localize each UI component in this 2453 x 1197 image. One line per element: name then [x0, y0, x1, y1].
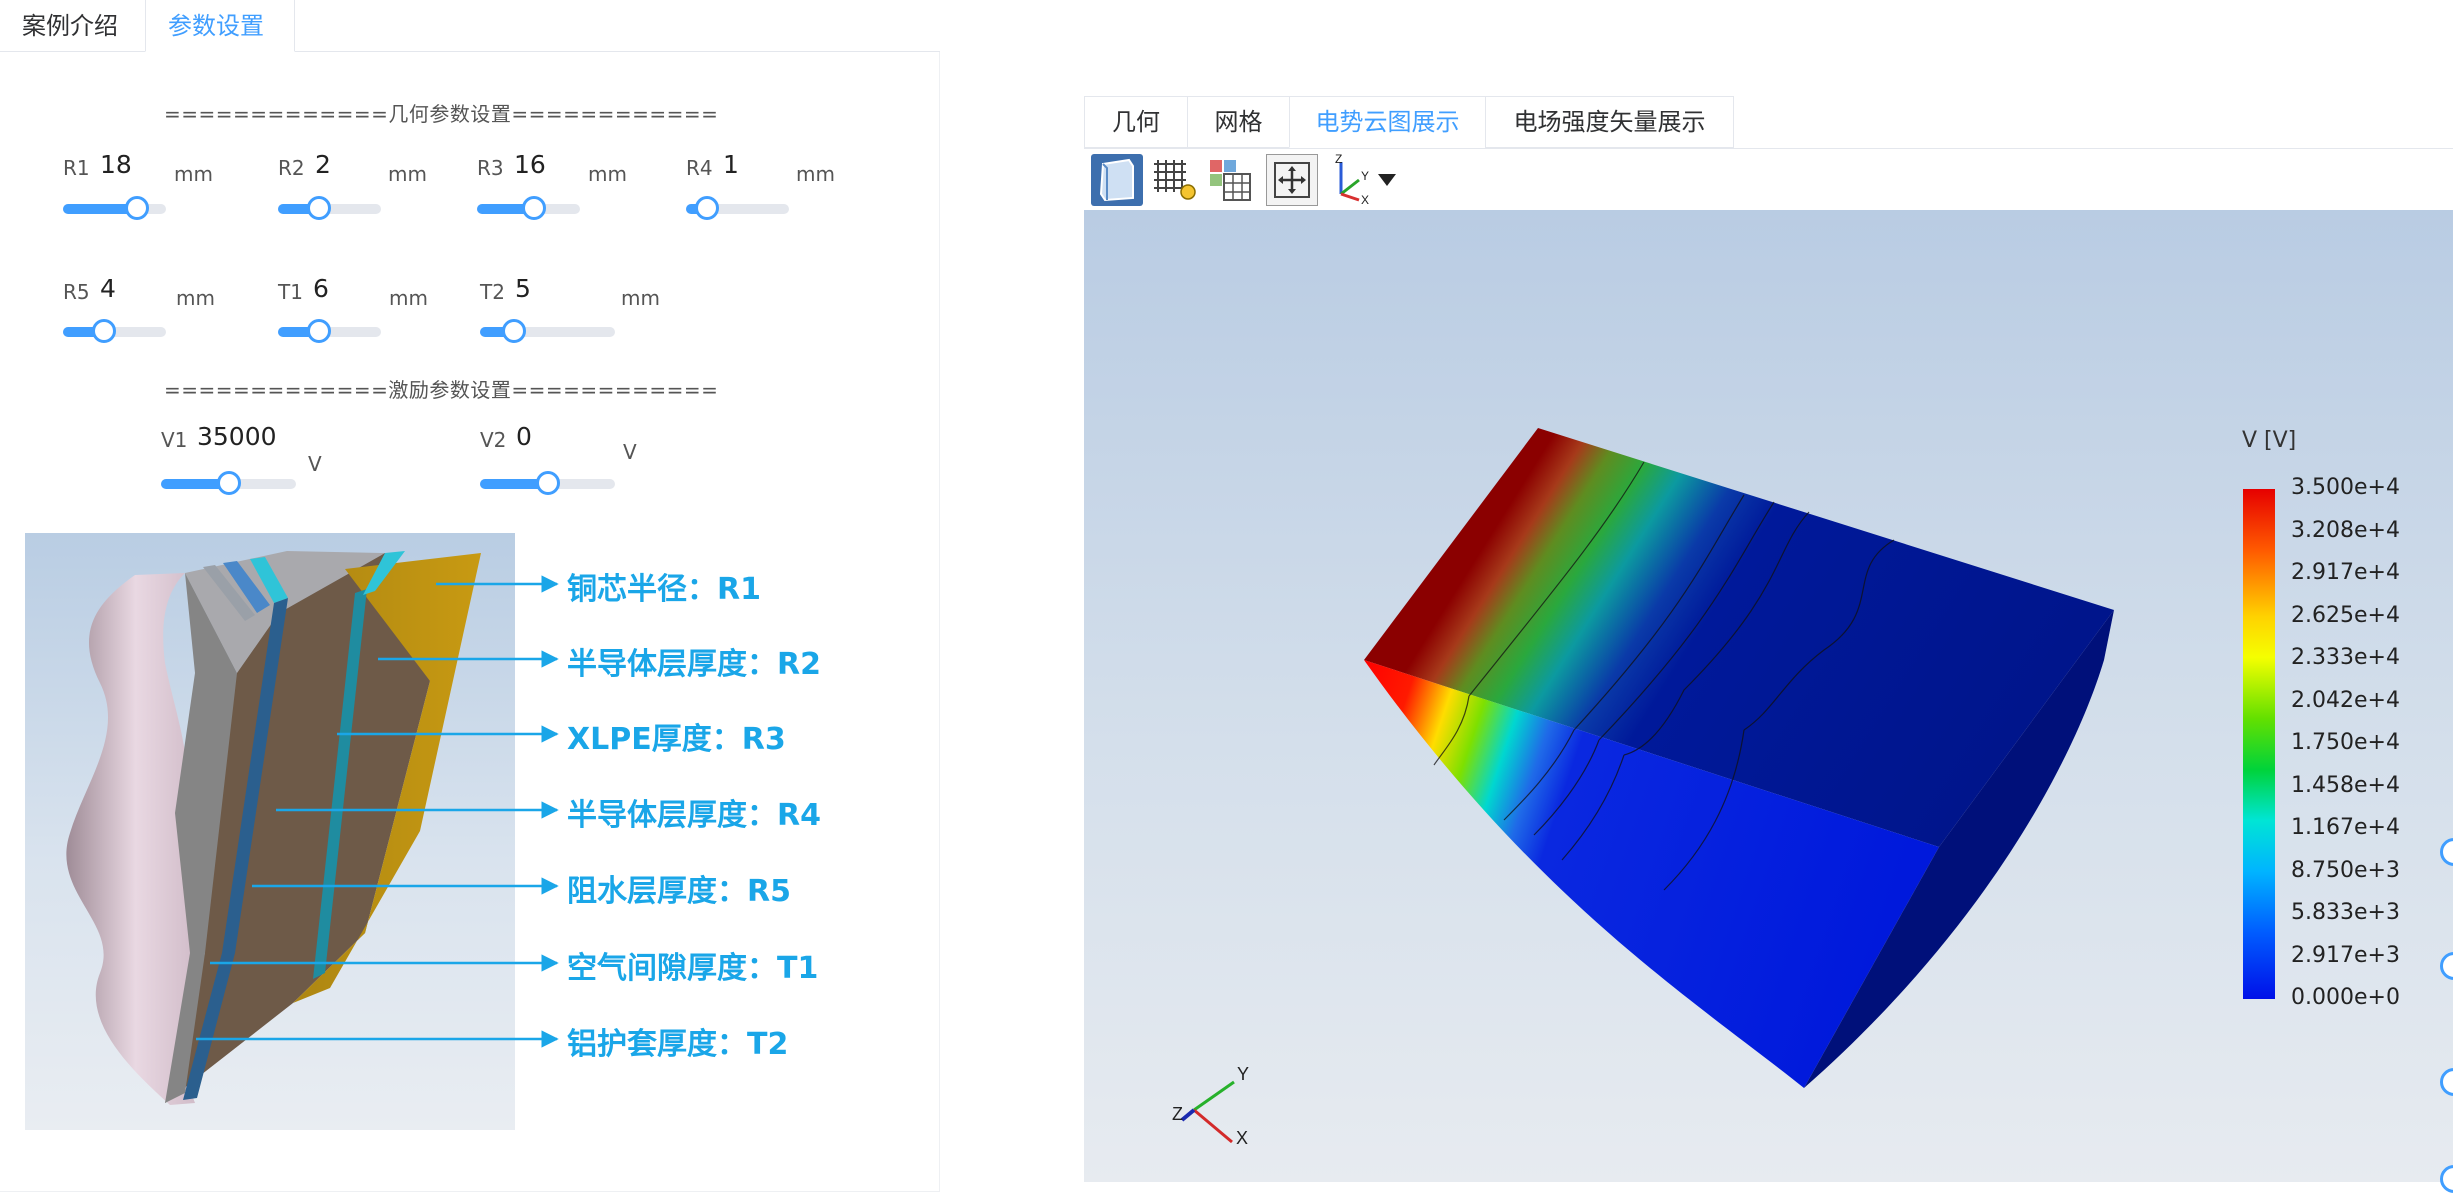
callout-t2: 铝护套厚度：T2 [567, 1027, 789, 1062]
axis-y-label: Y [1237, 1064, 1249, 1084]
axis-x-label: X [1236, 1128, 1248, 1148]
toolbar-axis-y-label: Y [1361, 169, 1369, 183]
legend-tick: 2.917e+3 [2291, 942, 2400, 968]
potential-contour-model [1364, 428, 2275, 1088]
legend-colorbar [2243, 489, 2275, 999]
legend-tick: 2.625e+4 [2291, 602, 2400, 628]
callout-arrows [196, 575, 559, 1048]
solid-view-icon[interactable] [1091, 154, 1143, 206]
legend-tick: 1.167e+4 [2291, 815, 2400, 840]
fit-view-icon[interactable] [1266, 154, 1318, 206]
legend-tick: 3.500e+4 [2291, 475, 2400, 500]
legend-tick: 1.458e+4 [2291, 772, 2400, 798]
viewer-tab-potential[interactable]: 电势云图展示 [1289, 96, 1486, 148]
legend-title: V [V] [2242, 428, 2297, 453]
viewer-tab-mesh[interactable]: 网格 [1187, 96, 1290, 148]
callout-r5: 阻水层厚度：R5 [567, 874, 791, 909]
callout-t1: 空气间隙厚度：T1 [567, 951, 819, 986]
callout-r4: 半导体层厚度：R4 [567, 798, 821, 833]
legend-tick: 8.750e+3 [2291, 857, 2400, 883]
grid-view-icon[interactable] [1204, 154, 1256, 206]
mesh-view-icon[interactable] [1148, 154, 1200, 206]
axes-orientation-icon[interactable]: Z YX [1325, 152, 1377, 207]
legend-tick: 3.208e+4 [2291, 517, 2400, 543]
viewer-toolbar: Z YX [1084, 148, 2453, 210]
legend-tick: 2.917e+4 [2291, 560, 2400, 585]
toolbar-axis-x-label: X [1361, 193, 1369, 206]
legend-tick: 2.042e+4 [2291, 687, 2400, 713]
legend-tick: 2.333e+4 [2291, 645, 2400, 670]
axes-triad: Y X Z [1172, 1064, 1249, 1148]
viewer-tab-field-vector[interactable]: 电场强度矢量展示 [1485, 96, 1734, 148]
callout-r3: XLPE厚度：R3 [567, 722, 786, 757]
viewer-tab-geometry[interactable]: 几何 [1084, 96, 1188, 148]
legend-tick: 0.000e+0 [2291, 985, 2400, 1010]
callout-r1: 铜芯半径：R1 [567, 572, 761, 607]
callout-r2: 半导体层厚度：R2 [567, 647, 821, 682]
toolbar-axis-z-label: Z [1335, 154, 1342, 166]
legend-tick: 5.833e+3 [2291, 900, 2400, 925]
dropdown-arrow-icon[interactable] [1372, 154, 1402, 206]
legend-tick: 1.750e+4 [2291, 730, 2400, 755]
3d-viewport[interactable]: V [V] 3.500e+4 3.208e+4 2.917e+4 2.625e+4 2.… [1084, 210, 2453, 1182]
axis-z-label: Z [1172, 1104, 1183, 1124]
